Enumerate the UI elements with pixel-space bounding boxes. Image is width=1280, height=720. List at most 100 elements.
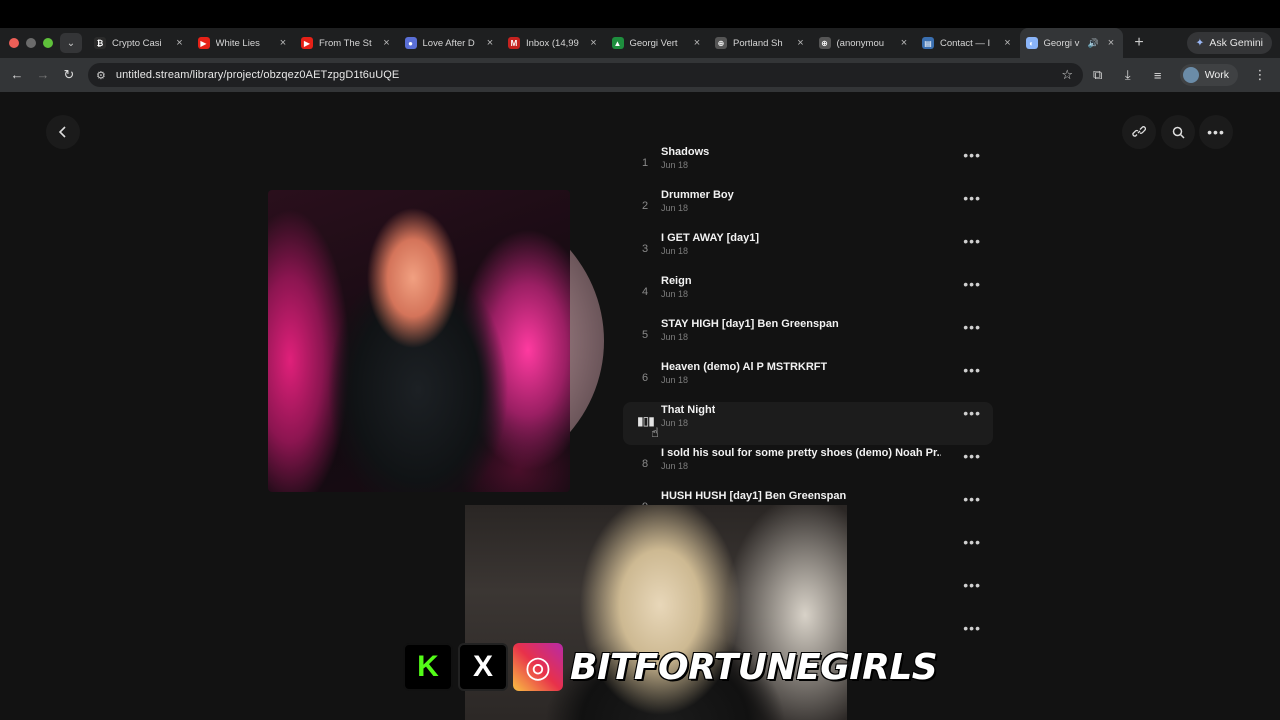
tab-title: Portland Sh xyxy=(733,37,783,49)
audio-playing-icon[interactable]: 🔊 xyxy=(1088,38,1099,49)
close-tab-icon[interactable]: × xyxy=(1002,37,1014,49)
track-title[interactable]: I GET AWAY [day1] xyxy=(661,232,759,244)
downloads-icon[interactable]: ⤓ xyxy=(1120,67,1136,83)
track-title[interactable]: Heaven (demo) Al P MSTRKRFT xyxy=(661,361,827,373)
favicon-icon: ● xyxy=(404,37,417,49)
browser-tab[interactable]: ◐ Georgi v 🔊 × xyxy=(1019,28,1123,58)
track-more-icon[interactable]: ••• xyxy=(963,319,981,335)
maximize-window-button[interactable] xyxy=(43,38,53,48)
instagram-logo-icon: ◎ xyxy=(513,643,563,691)
track-row[interactable]: 5 STAY HIGH [day1] Ben Greenspan Jun 18 ••• xyxy=(623,316,993,359)
minimize-window-button[interactable] xyxy=(26,38,36,48)
track-more-icon[interactable]: ••• xyxy=(963,276,981,292)
track-more-icon[interactable]: ••• xyxy=(963,534,981,550)
profile-button[interactable]: Work xyxy=(1179,64,1238,86)
tab-title: Georgi v xyxy=(1043,37,1080,49)
browser-tab[interactable]: ⊕ Portland Sh × xyxy=(709,28,813,58)
brand-banner: K X ◎ BITFORTUNEGIRLS xyxy=(403,642,938,692)
forward-icon[interactable]: → xyxy=(30,67,56,83)
track-title[interactable]: STAY HIGH [day1] Ben Greenspan xyxy=(661,318,839,330)
x-logo-icon: X xyxy=(458,643,508,691)
close-tab-icon[interactable]: × xyxy=(795,37,807,49)
track-date: Jun 18 xyxy=(661,160,689,170)
tab-search-button[interactable]: ⌄ xyxy=(60,33,82,53)
track-row[interactable]: 8 I sold his soul for some pretty shoes (… xyxy=(623,445,993,488)
new-tab-button[interactable]: + xyxy=(1127,34,1151,52)
close-window-button[interactable] xyxy=(9,38,19,48)
track-more-icon[interactable]: ••• xyxy=(963,405,981,421)
browser-tab[interactable]: ▲ Georgi Vert × xyxy=(606,28,710,58)
close-tab-icon[interactable]: × xyxy=(277,37,289,49)
close-tab-icon[interactable]: × xyxy=(484,37,496,49)
favicon-icon: ₿ xyxy=(94,37,106,49)
kebab-menu-icon[interactable]: ⋮ xyxy=(1252,67,1268,83)
close-tab-icon[interactable]: × xyxy=(1105,37,1117,49)
bookmark-star-icon[interactable]: ☆ xyxy=(1061,67,1073,83)
track-row[interactable]: 2 Drummer Boy Jun 18 ••• xyxy=(623,187,993,230)
track-date: Jun 18 xyxy=(661,461,689,471)
track-date: Jun 18 xyxy=(661,375,689,385)
track-more-icon[interactable]: ••• xyxy=(963,190,981,206)
track-date: Jun 18 xyxy=(661,246,689,256)
track-row[interactable]: 1 Shadows Jun 18 ••• xyxy=(623,144,993,187)
track-more-icon[interactable]: ••• xyxy=(963,448,981,464)
track-date: Jun 18 xyxy=(661,332,689,342)
close-tab-icon[interactable]: × xyxy=(174,37,186,49)
back-button[interactable] xyxy=(46,115,80,149)
toolbar-right: ⧉ ⤓ ≡ Work ⋮ xyxy=(1090,58,1280,92)
more-options-button[interactable]: ••• xyxy=(1199,115,1233,149)
track-more-icon[interactable]: ••• xyxy=(963,233,981,249)
track-number: 4 xyxy=(641,286,649,298)
tab-title: Crypto Casi xyxy=(112,37,162,49)
track-row[interactable]: 6 Heaven (demo) Al P MSTRKRFT Jun 18 ••• xyxy=(623,359,993,402)
copy-link-button[interactable] xyxy=(1122,115,1156,149)
track-title[interactable]: Reign xyxy=(661,275,692,287)
browser-tab[interactable]: M Inbox (14,99 × xyxy=(502,28,606,58)
close-tab-icon[interactable]: × xyxy=(691,37,703,49)
url-text[interactable]: untitled.stream/library/project/obzqez0A… xyxy=(116,69,400,81)
profile-label: Work xyxy=(1204,69,1229,81)
browser-tab[interactable]: ⊕ (anonymou × xyxy=(813,28,917,58)
track-more-icon[interactable]: ••• xyxy=(963,491,981,507)
track-more-icon[interactable]: ••• xyxy=(963,362,981,378)
media-controls-icon[interactable]: ≡ xyxy=(1150,68,1166,83)
track-more-icon[interactable]: ••• xyxy=(963,577,981,593)
browser-tab[interactable]: ▶ From The St × xyxy=(295,28,399,58)
hand-cursor-icon: ☝ xyxy=(651,425,659,440)
track-title[interactable]: I sold his soul for some pretty shoes (d… xyxy=(661,447,941,459)
chevron-down-icon: ⌄ xyxy=(66,37,76,49)
close-tab-icon[interactable]: × xyxy=(898,37,910,49)
track-number: 6 xyxy=(641,372,649,384)
brand-text: BITFORTUNEGIRLS xyxy=(570,646,938,688)
track-title[interactable]: HUSH HUSH [day1] Ben Greenspan xyxy=(661,490,846,502)
kick-logo-icon: K xyxy=(403,643,453,691)
favicon-icon: ⊕ xyxy=(715,37,727,49)
address-bar-row: ← → ↻ ⚙ untitled.stream/library/project/… xyxy=(0,58,1280,92)
browser-tab[interactable]: ▶ White Lies × xyxy=(192,28,296,58)
track-more-icon[interactable]: ••• xyxy=(963,147,981,163)
track-number: 8 xyxy=(641,458,649,470)
close-tab-icon[interactable]: × xyxy=(381,37,393,49)
browser-tab[interactable]: ● Love After D × xyxy=(399,28,503,58)
browser-tab[interactable]: ₿ Crypto Casi × xyxy=(88,28,192,58)
search-button[interactable] xyxy=(1161,115,1195,149)
reload-icon[interactable]: ↻ xyxy=(56,67,82,83)
back-icon[interactable]: ← xyxy=(4,67,30,83)
track-title[interactable]: That Night xyxy=(661,404,715,416)
omnibox[interactable]: ⚙ untitled.stream/library/project/obzqez… xyxy=(88,63,1083,87)
close-tab-icon[interactable]: × xyxy=(588,37,600,49)
ask-gemini-button[interactable]: ✦ Ask Gemini xyxy=(1186,32,1272,54)
track-number: 2 xyxy=(641,200,649,212)
track-title[interactable]: Drummer Boy xyxy=(661,189,734,201)
browser-tab[interactable]: ▤ Contact — I × xyxy=(916,28,1020,58)
tab-title: Georgi Vert xyxy=(629,37,678,49)
track-row[interactable]: 4 Reign Jun 18 ••• xyxy=(623,273,993,316)
track-title[interactable]: Shadows xyxy=(661,146,709,158)
track-row[interactable]: ▮▯▮ That Night Jun 18 ••• xyxy=(623,402,993,445)
favicon-icon: ◐ xyxy=(1025,37,1038,49)
ask-gemini-label: Ask Gemini xyxy=(1209,37,1263,49)
extensions-icon[interactable]: ⧉ xyxy=(1090,67,1106,83)
track-row[interactable]: 3 I GET AWAY [day1] Jun 18 ••• xyxy=(623,230,993,273)
site-settings-icon[interactable]: ⚙ xyxy=(96,69,106,82)
track-more-icon[interactable]: ••• xyxy=(963,620,981,636)
